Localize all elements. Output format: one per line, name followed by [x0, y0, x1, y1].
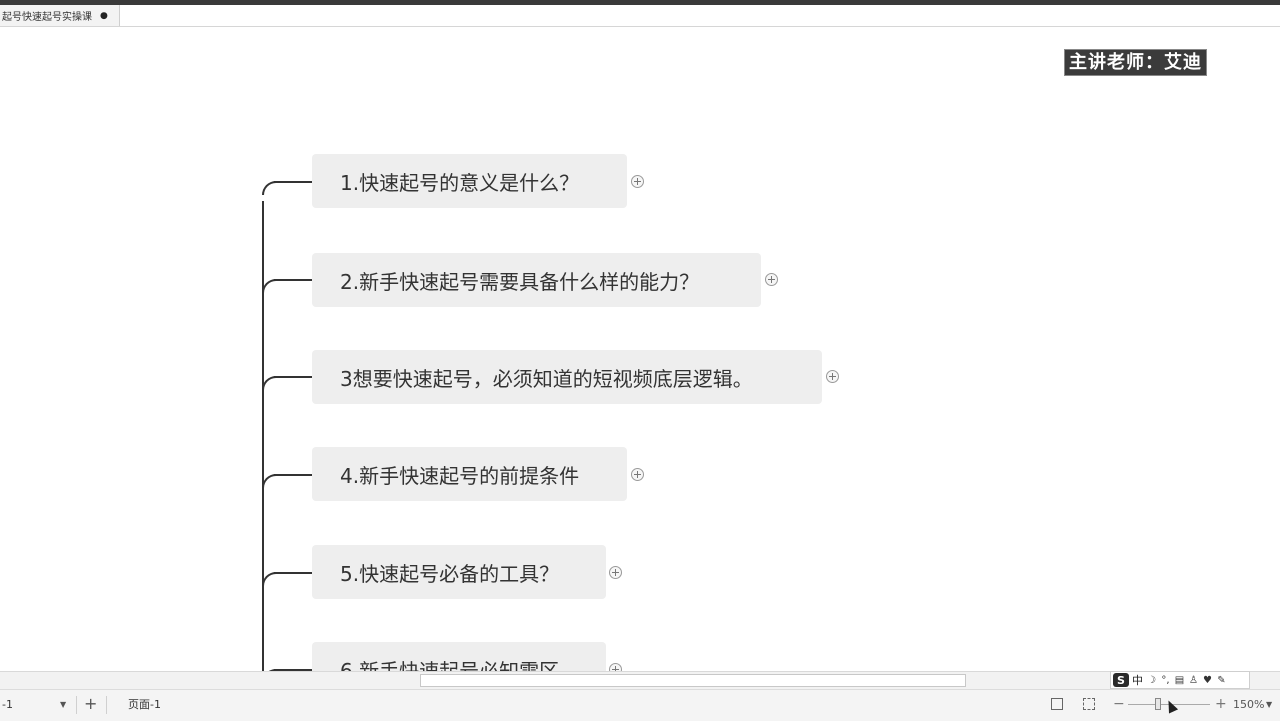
branch-line — [274, 279, 312, 281]
expand-plus-icon[interactable] — [609, 566, 622, 579]
branch-line — [274, 376, 312, 378]
topic-label: 4.新手快速起号的前提条件 — [340, 463, 580, 488]
branch-connector — [262, 279, 276, 293]
topic-label: 5.快速起号必备的工具？ — [340, 561, 560, 586]
topic-node-2[interactable]: 2.新手快速起号需要具备什么样的能力？ — [312, 253, 761, 307]
scrollbar-thumb[interactable] — [420, 674, 966, 687]
topic-label: 2.新手快速起号需要具备什么样的能力？ — [340, 269, 700, 294]
settings-wrench-icon[interactable]: ✎ — [1216, 675, 1227, 686]
expand-plus-icon[interactable] — [609, 663, 622, 671]
skin-icon[interactable]: ♥ — [1202, 675, 1213, 686]
document-tab[interactable]: 起号快速起号实操课 ● — [0, 5, 120, 26]
expand-plus-icon[interactable] — [826, 370, 839, 383]
branch-line — [274, 474, 312, 476]
sogou-logo-icon[interactable]: S — [1113, 673, 1129, 687]
topic-label: 3想要快速起号，必须知道的短视频底层逻辑。 — [340, 366, 753, 391]
chevron-down-icon[interactable]: ▼ — [60, 696, 66, 714]
topic-node-6[interactable]: 6.新手快速起号必知雷区 — [312, 642, 606, 671]
branch-connector — [262, 181, 276, 195]
status-bar: -1 ▼ + 页面-1 − + 150% ▼ — [0, 689, 1280, 721]
chevron-down-icon[interactable]: ▼ — [1266, 696, 1272, 714]
topic-label: 6.新手快速起号必知雷区 — [340, 658, 560, 672]
topic-node-5[interactable]: 5.快速起号必备的工具？ — [312, 545, 606, 599]
branch-line — [274, 181, 312, 183]
ime-mode-label[interactable]: 中 — [1132, 672, 1143, 688]
add-page-button[interactable]: + — [84, 695, 97, 713]
punctuation-icon[interactable]: °, — [1160, 675, 1171, 686]
page-tab[interactable]: 页面-1 — [128, 696, 161, 714]
branch-line — [274, 572, 312, 574]
ime-toolbar[interactable]: S 中 ☽ °, ▤ ♙ ♥ ✎ — [1110, 671, 1250, 689]
topic-node-1[interactable]: 1.快速起号的意义是什么？ — [312, 154, 627, 208]
keyboard-icon[interactable]: ▤ — [1174, 675, 1185, 686]
horizontal-scrollbar[interactable] — [0, 671, 1280, 690]
branch-connector — [262, 474, 276, 488]
expand-plus-icon[interactable] — [631, 175, 644, 188]
branch-connector — [262, 572, 276, 586]
mindmap-trunk-line — [262, 201, 264, 671]
expand-plus-icon[interactable] — [765, 273, 778, 286]
fit-page-icon[interactable] — [1051, 698, 1063, 710]
topic-label: 1.快速起号的意义是什么？ — [340, 170, 580, 195]
unsaved-dot-icon[interactable]: ● — [100, 11, 108, 21]
document-tab-strip: 起号快速起号实操课 ● — [0, 5, 1280, 27]
zoom-slider-handle[interactable] — [1155, 698, 1161, 710]
branch-connector — [262, 376, 276, 390]
topic-node-4[interactable]: 4.新手快速起号的前提条件 — [312, 447, 627, 501]
topic-node-3[interactable]: 3想要快速起号，必须知道的短视频底层逻辑。 — [312, 350, 822, 404]
divider — [76, 696, 77, 714]
document-tab-title: 起号快速起号实操课 — [2, 12, 92, 23]
zoom-out-button[interactable]: − — [1113, 695, 1125, 713]
lecturer-caption: 主讲老师：艾迪 — [1064, 49, 1207, 76]
divider — [106, 696, 107, 714]
fullscreen-icon[interactable] — [1083, 698, 1095, 710]
user-icon[interactable]: ♙ — [1188, 675, 1199, 686]
zoom-in-button[interactable]: + — [1215, 695, 1227, 713]
expand-plus-icon[interactable] — [631, 468, 644, 481]
moon-icon[interactable]: ☽ — [1146, 675, 1157, 686]
mindmap-canvas[interactable]: 主讲老师：艾迪 1.快速起号的意义是什么？ 2.新手快速起号需要具备什么样的能力… — [0, 27, 1280, 671]
zoom-level[interactable]: 150% — [1233, 696, 1264, 714]
